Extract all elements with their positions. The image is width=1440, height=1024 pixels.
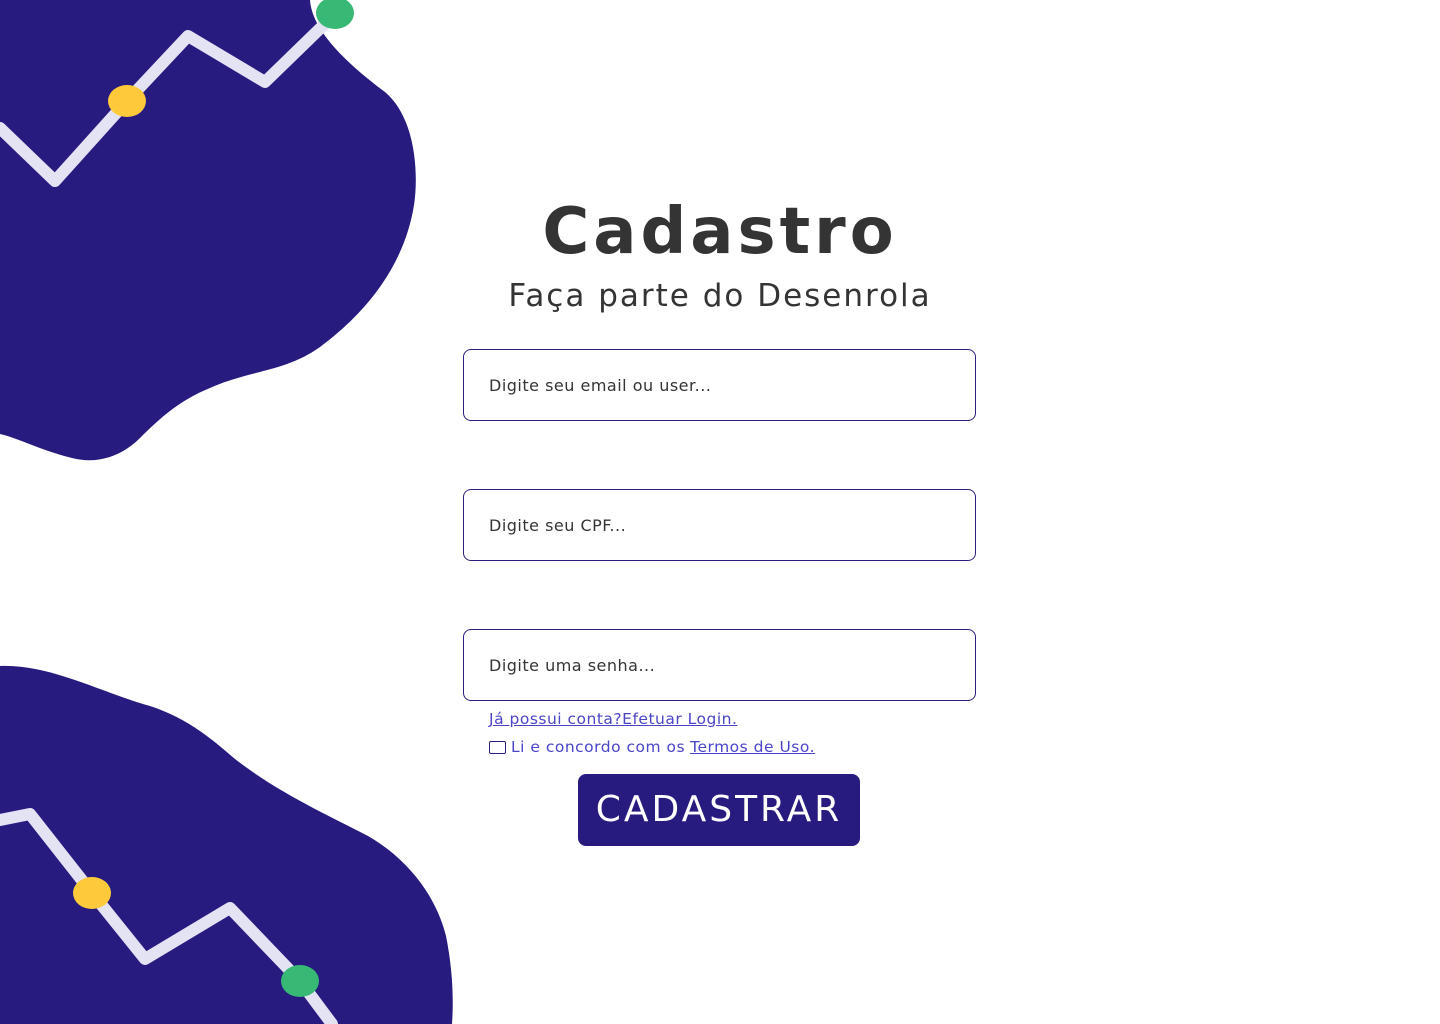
green-dot	[281, 965, 319, 997]
email-field[interactable]	[463, 349, 976, 421]
login-link[interactable]: Já possui conta?Efetuar Login.	[489, 708, 737, 730]
yellow-dot	[108, 85, 146, 117]
yellow-dot	[73, 877, 111, 909]
terms-label: Li e concordo com os	[511, 738, 686, 756]
terms-checkbox[interactable]	[489, 740, 506, 754]
decorative-blob-bottom	[0, 665, 453, 1024]
signup-button[interactable]: CADASTRAR	[578, 774, 860, 846]
cpf-field[interactable]	[463, 489, 976, 561]
terms-row: Li e concordo com os Termos de Uso.	[489, 736, 815, 758]
signup-page: Cadastro Faça parte do Desenrola Já poss…	[0, 0, 1440, 1024]
page-subtitle: Faça parte do Desenrola	[508, 278, 932, 314]
page-title: Cadastro	[542, 195, 898, 269]
blob-shape	[0, 665, 453, 1024]
password-field[interactable]	[463, 629, 976, 701]
terms-link[interactable]: Termos de Uso.	[690, 738, 815, 756]
